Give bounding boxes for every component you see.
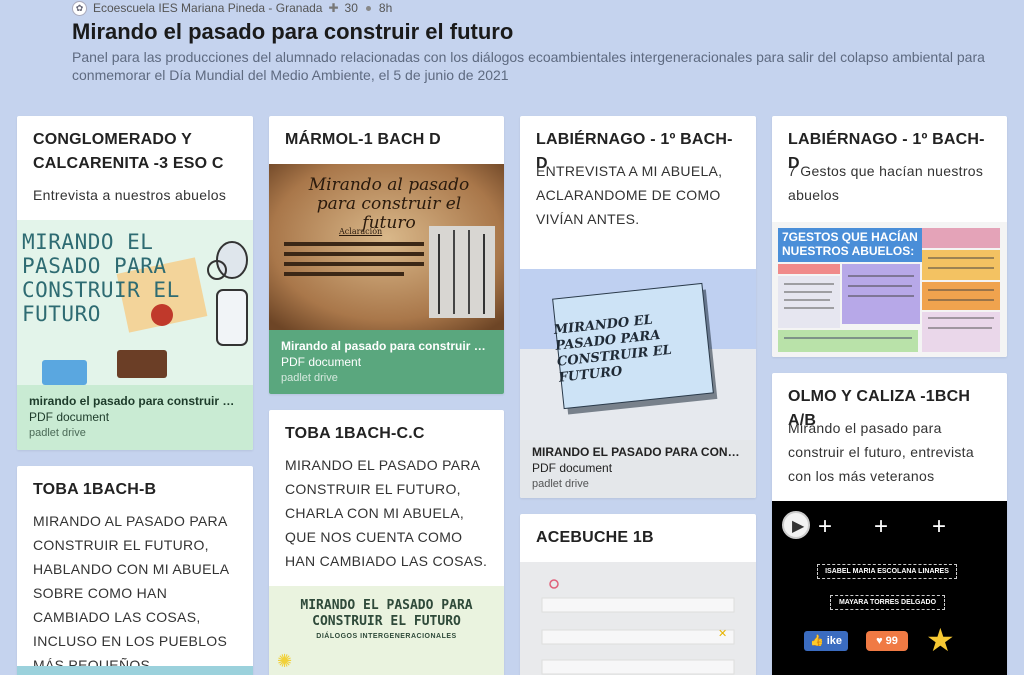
attachment-info[interactable]: mirando el pasado para construir el f… P… [17, 385, 253, 450]
video-name-2: MAYARA TORRES DELGADO [830, 595, 945, 610]
post-card-toba-1bach-b[interactable]: TOBA 1BACH-B MIRANDO AL PASADO PARA CONS… [17, 466, 253, 675]
post-body: MIRANDO EL PASADO PARA CONSTRUIR EL FUTU… [285, 457, 488, 569]
padlet-header: ✿ Ecoescuela IES Mariana Pineda - Granad… [0, 0, 1024, 100]
thumbnail-title: MIRANDO EL PASADO PARA CONSTRUIR EL FUTU… [300, 598, 473, 629]
post-body: MIRANDO AL PASADO PARA CONSTRUIR EL FUTU… [33, 513, 229, 673]
attachment-type: PDF document [532, 461, 613, 475]
heart-icon: ♥ [876, 635, 883, 647]
star-icon: ★ [926, 622, 955, 658]
sun-icon: ✺ [277, 651, 293, 671]
thumbnail-subtitle: DIÁLOGOS INTERGENERACIONALES [316, 633, 457, 640]
video-name-1: ISABEL MARIA ESCOLANA LINARES [817, 564, 957, 579]
attachment-title: Mirando al pasado para construir el f… [281, 339, 492, 353]
attachment-thumbnail[interactable]: MIRANDO EL PASADO PARA CONSTRUIR EL FUTU… [17, 220, 253, 385]
attachment-source: padlet drive [281, 372, 338, 384]
likes-count: 30 [344, 1, 358, 15]
post-title: TOBA 1BACH-B [33, 481, 157, 498]
separator-dot [365, 5, 371, 11]
sparkle-icon: + [874, 513, 889, 540]
post-card-labiernago-entrevista[interactable]: LABIÉRNAGO - 1º BACH-D ENTREVISTA A MI A… [520, 116, 756, 498]
like-icon: ✚ [328, 1, 339, 15]
attachment-thumbnail[interactable]: MIRANDO EL PASADO PARA CONSTRUIR EL FUTU… [269, 586, 504, 675]
form-preview [541, 579, 735, 675]
heart-count: 99 [885, 635, 898, 647]
attachment-thumbnail[interactable]: ✕ [520, 562, 756, 675]
attachment-title: MIRANDO EL PASADO PARA CONST… [532, 445, 744, 459]
attachment-thumbnail[interactable] [17, 666, 253, 675]
like-badge-icon: 👍 ike [804, 631, 848, 651]
post-body: Entrevista a nuestros abuelos [33, 187, 227, 203]
page-description: Panel para las producciones del alumnado… [72, 49, 985, 83]
post-title: TOBA 1BACH-C.C [285, 425, 425, 442]
attachment-source: padlet drive [532, 478, 589, 490]
post-card-labiernago-gestos[interactable]: LABIÉRNAGO - 1º BACH-D 7 Gestos que hací… [772, 116, 1007, 357]
post-title: MÁRMOL-1 BACH D [285, 131, 441, 148]
post-card-conglomerado[interactable]: CONGLOMERADO Y CALCARENITA -3 ESO C Entr… [17, 116, 253, 450]
header-meta: ✿ Ecoescuela IES Mariana Pineda - Granad… [72, 0, 392, 16]
attachment-source: padlet drive [29, 427, 86, 439]
sparkle-icon: + [932, 513, 947, 540]
thumbnail-title: Mirando al pasado para construir el futu… [308, 175, 470, 233]
post-title: ACEBUCHE 1B [536, 529, 654, 546]
heart-badge: ♥ 99 [866, 631, 908, 651]
post-body: ENTREVISTA A MI ABUELA, ACLARANDOME DE C… [536, 163, 723, 227]
attachment-title: mirando el pasado para construir el f… [29, 394, 241, 408]
post-card-toba-1bach-cc[interactable]: TOBA 1BACH-C.C MIRANDO EL PASADO PARA CO… [269, 410, 504, 675]
post-body: 7 Gestos que hacían nuestros abuelos [788, 163, 984, 203]
attachment-thumbnail[interactable]: MIRANDO EL PASADO PARA CONSTRUIR EL FUTU… [520, 269, 756, 440]
post-time: 8h [378, 1, 393, 15]
infographic-heading: 7GESTOS QUE HACÍAN NUESTROS ABUELOS: [782, 230, 918, 258]
sparkle-icon: + [818, 513, 833, 540]
play-button[interactable]: ▶ [782, 511, 810, 539]
thumbnail-subtitle: Aclaración [339, 227, 383, 236]
attachment-info[interactable]: MIRANDO EL PASADO PARA CONST… PDF docume… [520, 440, 756, 498]
close-icon: ✕ [718, 628, 728, 640]
play-icon: ▶ [792, 518, 805, 535]
author-name[interactable]: Ecoescuela IES Mariana Pineda - Granada [93, 1, 322, 15]
attachment-thumbnail[interactable]: 7GESTOS QUE HACÍAN NUESTROS ABUELOS: [772, 222, 1007, 357]
attachment-type: PDF document [281, 355, 362, 369]
attachment-info[interactable]: Mirando al pasado para construir el f… P… [269, 330, 504, 394]
post-body: Mirando el pasado para construir el futu… [788, 420, 974, 484]
post-title: CONGLOMERADO Y CALCARENITA -3 ESO C [33, 131, 224, 172]
school-logo-icon: ✿ [72, 0, 87, 16]
post-card-marmol[interactable]: MÁRMOL-1 BACH D Mirando al pasado para c… [269, 116, 504, 394]
thumbnail-text: MIRANDO EL PASADO PARA CONSTRUIR EL FUTU… [22, 230, 180, 326]
post-card-olmo-caliza[interactable]: OLMO Y CALIZA -1BCH A/B Mirando el pasad… [772, 373, 1007, 675]
attachment-type: PDF document [29, 410, 110, 424]
attachment-thumbnail[interactable]: Mirando al pasado para construir el futu… [269, 164, 504, 330]
post-card-acebuche[interactable]: ACEBUCHE 1B ✕ [520, 514, 756, 675]
page-title: Mirando el pasado para construir el futu… [72, 19, 514, 44]
video-thumbnail[interactable]: ▶ + + + ISABEL MARIA ESCOLANA LINARES MA… [772, 501, 1007, 675]
